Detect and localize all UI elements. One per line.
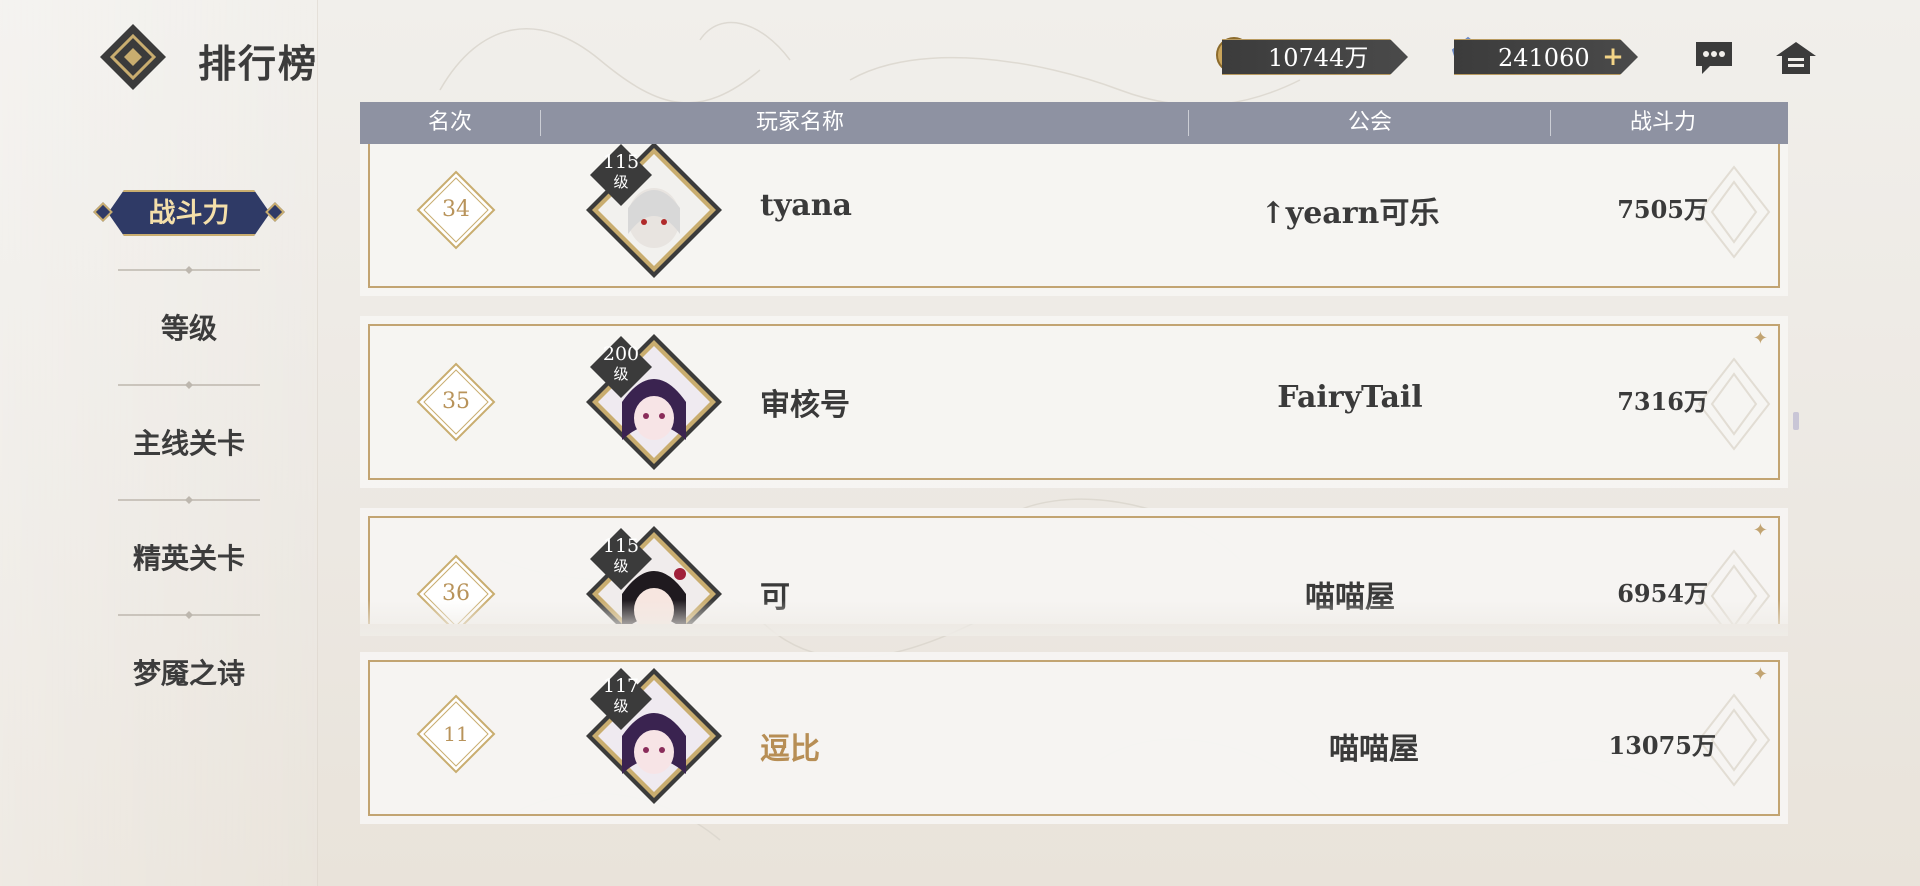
power-value: 7505万 (1617, 195, 1708, 224)
level-value: 115 (602, 535, 640, 557)
tab-label: 战斗力 (148, 198, 230, 229)
app-logo-icon[interactable] (98, 22, 168, 92)
gold-amount: 10744万 (1222, 39, 1408, 75)
column-header-guild: 公会 (1348, 110, 1393, 135)
level-unit: 级 (613, 697, 629, 715)
tab-right-gem-icon (265, 202, 285, 222)
guild-name: ↑yearn可乐 (1260, 196, 1440, 231)
rank-number: 34 (442, 197, 470, 222)
column-header-rank: 名次 (428, 110, 473, 135)
level-unit: 级 (613, 557, 629, 575)
column-separator (1188, 110, 1189, 136)
list-scrollbar[interactable] (1793, 412, 1799, 430)
player-name[interactable]: 审核号 (760, 380, 850, 424)
tab-main-stage[interactable]: 主线关卡 (96, 419, 282, 469)
corner-star-icon: ✦ (1752, 664, 1768, 685)
level-value: 115 (602, 151, 640, 173)
tab-divider (118, 266, 260, 274)
level-value: 200 (602, 343, 640, 365)
chat-icon[interactable] (1692, 38, 1736, 78)
column-header-player: 玩家名称 (756, 110, 845, 135)
power-value: 13075万 (1608, 731, 1717, 760)
level-badge: 200 级 (590, 336, 652, 398)
player-name-self[interactable]: 逗比 (760, 724, 820, 768)
level-badge: 115 级 (590, 144, 652, 206)
table-header: 名次 玩家名称 公会 战斗力 (360, 102, 1788, 144)
level-badge: 117 级 (590, 668, 652, 730)
guild-name: FairyTail (1277, 380, 1423, 415)
row-frame (368, 144, 1780, 288)
row-frame: ✦ (368, 324, 1780, 480)
column-separator (540, 110, 541, 136)
tab-power[interactable]: 战斗力 (93, 188, 285, 238)
tab-divider (118, 611, 260, 619)
rank-number: 11 (443, 722, 469, 746)
list-fade-overlay (360, 600, 1788, 636)
column-separator (1550, 110, 1551, 136)
rank-number: 35 (442, 389, 470, 414)
level-unit: 级 (613, 173, 629, 191)
tab-elite-stage[interactable]: 精英关卡 (96, 534, 282, 584)
corner-star-icon: ✦ (1752, 520, 1768, 541)
power-value: 7316万 (1617, 387, 1708, 416)
row-frame: ✦ (368, 660, 1780, 816)
level-value: 117 (602, 675, 640, 697)
tab-divider (118, 381, 260, 389)
corner-star-icon: ✦ (1752, 328, 1768, 349)
ranking-list[interactable]: 34 115 级 tyana ↑yearn可乐 7505万 ✦ 35 200 级… (360, 144, 1788, 624)
home-icon[interactable] (1774, 38, 1818, 78)
tab-level[interactable]: 等级 (96, 304, 282, 354)
add-gem-button[interactable]: + (1600, 43, 1626, 71)
level-unit: 级 (613, 365, 629, 383)
tab-nightmare-poem[interactable]: 梦魇之诗 (96, 649, 282, 699)
guild-name: 喵喵屋 (1329, 732, 1419, 767)
level-badge: 115 级 (590, 528, 652, 590)
table-row[interactable]: 34 115 级 tyana ↑yearn可乐 7505万 (360, 144, 1788, 296)
page-title: 排行榜 (198, 41, 319, 86)
column-header-power: 战斗力 (1630, 110, 1697, 135)
tab-left-gem-icon (93, 202, 113, 222)
tab-divider (118, 496, 260, 504)
table-row[interactable]: ✦ 35 200 级 审核号 FairyTail 7316万 (360, 316, 1788, 488)
self-ranking-row[interactable]: ✦ 11 117 级 逗比 喵喵屋 13075万 (360, 652, 1788, 824)
player-name[interactable]: tyana (760, 188, 852, 223)
